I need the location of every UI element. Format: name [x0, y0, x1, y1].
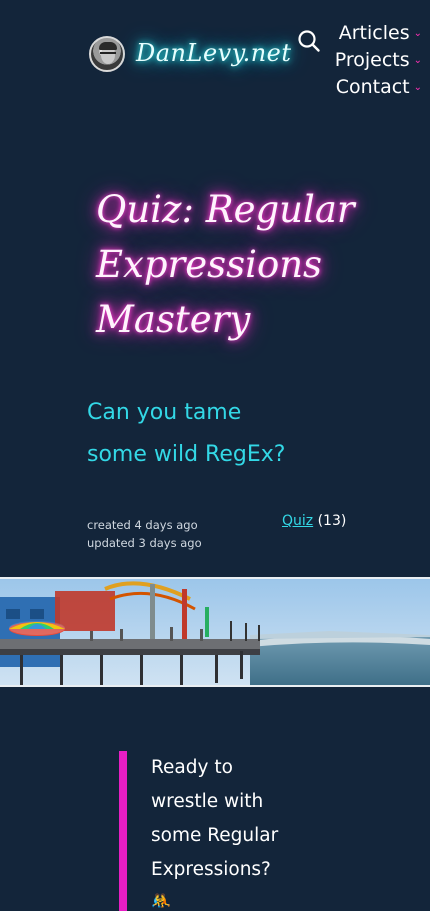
article-title-line: Mastery: [96, 298, 251, 341]
nav-item-contact[interactable]: Contact ⌄: [335, 76, 422, 103]
callout-line: Expressions?: [151, 859, 271, 880]
callout-text: Ready to wrestle with some Regular Expre…: [151, 751, 339, 911]
article-title-line: Expressions: [96, 243, 323, 286]
pier-photo: [0, 579, 430, 685]
nav-item-projects[interactable]: Projects ⌄: [335, 49, 422, 76]
main-nav: Articles ⌄ Projects ⌄ Contact ⌄: [335, 22, 422, 103]
tag-count: (13): [317, 513, 347, 529]
avatar-glasses: [100, 52, 116, 58]
updated-date: updated 3 days ago: [87, 536, 202, 550]
tag-link-quiz[interactable]: Quiz: [282, 513, 313, 529]
article-title-line: Quiz: Regular: [96, 188, 355, 231]
article-title: Quiz: Regular Expressions Mastery: [96, 182, 386, 347]
avatar-hair: [99, 42, 117, 50]
nav-item-label: Contact: [335, 76, 410, 98]
wrestling-emoji-icon: 🤼: [151, 891, 171, 910]
nav-item-label: Projects: [334, 49, 410, 71]
search-icon: [298, 30, 320, 52]
search-button[interactable]: [297, 29, 321, 53]
nav-item-articles[interactable]: Articles ⌄: [335, 22, 422, 49]
callout-blockquote: Ready to wrestle with some Regular Expre…: [119, 751, 339, 911]
callout-line: Ready to: [151, 757, 233, 778]
chevron-down-icon: ⌄: [413, 55, 422, 66]
hero-image: [0, 577, 430, 687]
nav-item-label: Articles: [338, 22, 410, 44]
site-name-link[interactable]: DanLevy.net: [136, 39, 292, 67]
article-tag: Quiz (13): [282, 513, 346, 529]
chevron-down-icon: ⌄: [413, 82, 422, 93]
site-avatar[interactable]: [89, 36, 125, 72]
article-subtitle-line: Can you tame: [87, 400, 242, 425]
created-date: created 4 days ago: [87, 518, 198, 532]
article-subtitle-line: some wild RegEx?: [87, 442, 286, 467]
callout-line: some Regular: [151, 825, 279, 846]
article-subtitle: Can you tame some wild RegEx?: [87, 392, 317, 476]
article-dates: created 4 days ago updated 3 days ago: [87, 516, 202, 552]
chevron-down-icon: ⌄: [413, 28, 422, 39]
callout-line: wrestle with: [151, 791, 264, 812]
